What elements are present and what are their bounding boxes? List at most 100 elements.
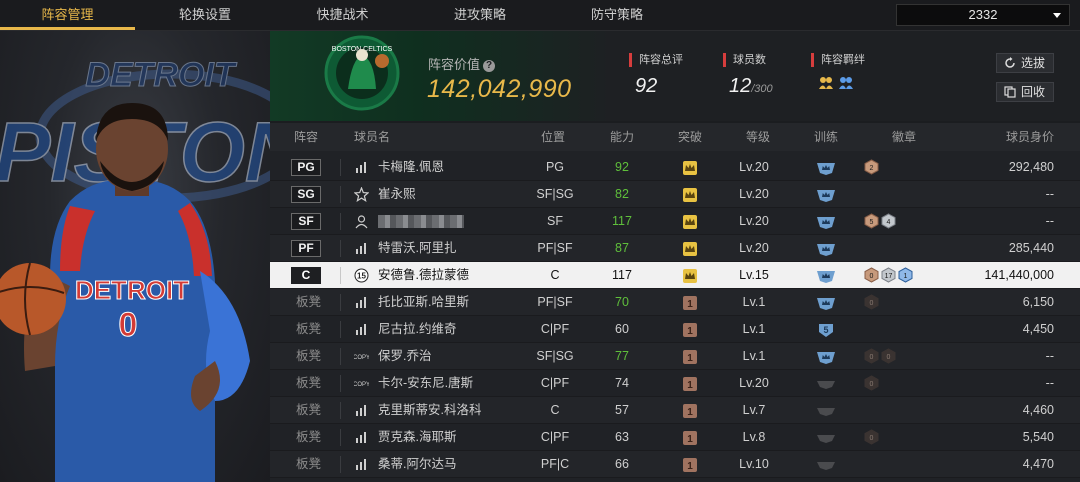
- pick-button[interactable]: 选拔: [996, 53, 1054, 73]
- table-row[interactable]: 板凳 桑蒂.阿尔达马 PF|C 66 1 Lv.10 4,470: [270, 451, 1080, 478]
- bond-blue-icon[interactable]: [838, 75, 854, 91]
- bar-chart-icon: [354, 322, 369, 337]
- breakthrough-crown-icon[interactable]: [682, 187, 698, 203]
- badge-icon[interactable]: 5: [864, 213, 879, 229]
- recall-button[interactable]: 回收: [996, 82, 1054, 102]
- breakthrough-crown-icon[interactable]: [682, 268, 698, 284]
- svg-text:0: 0: [870, 354, 874, 361]
- badge-icon[interactable]: 0: [864, 267, 879, 283]
- training-locked-icon[interactable]: [816, 376, 836, 392]
- breakthrough-level-icon[interactable]: 1: [682, 430, 698, 446]
- col-price: 球员身价: [1006, 130, 1055, 144]
- season-select-value: 2332: [968, 7, 998, 22]
- table-row[interactable]: SF SF 117 Lv.20 5 4 --: [270, 208, 1080, 235]
- training-shield-icon[interactable]: [816, 214, 836, 230]
- training-shield-icon[interactable]: 5: [816, 322, 836, 338]
- badge-icon[interactable]: 0: [864, 429, 879, 445]
- divider: [340, 267, 341, 284]
- tab-lineup[interactable]: 阵容管理: [0, 0, 135, 30]
- breakthrough-crown-icon[interactable]: [682, 241, 698, 257]
- training-locked-icon[interactable]: [816, 403, 836, 419]
- player-ability: 74: [615, 376, 629, 390]
- table-row[interactable]: PF 特雷沃.阿里扎 PF|SF 87 Lv.20 285,440: [270, 235, 1080, 262]
- table-row[interactable]: 板凳 COPY 保罗.乔治 SF|SG 77 1 Lv.1 0 0 --: [270, 343, 1080, 370]
- bond-icons: [818, 75, 865, 91]
- training-shield-icon[interactable]: [816, 349, 836, 365]
- table-row[interactable]: 板凳 COPY 卡尔-安东尼.唐斯 C|PF 74 1 Lv.20 0 --: [270, 370, 1080, 397]
- player-ability: 66: [615, 457, 629, 471]
- player-name[interactable]: 贾克森.海耶斯: [378, 424, 456, 450]
- breakthrough-level-icon[interactable]: 1: [682, 295, 698, 311]
- player-name[interactable]: 卡尔-安东尼.唐斯: [378, 370, 473, 396]
- svg-text:COPY: COPY: [354, 355, 369, 361]
- jersey-15-icon: 15: [354, 268, 369, 283]
- tab-defense[interactable]: 防守策略: [548, 0, 686, 30]
- bond-gold-icon[interactable]: [818, 75, 834, 91]
- table-row[interactable]: PG 卡梅隆.佩恩 PG 92 Lv.20 2 292,480: [270, 154, 1080, 181]
- player-name[interactable]: 克里斯蒂安.科洛科: [378, 397, 481, 423]
- slot-bench-label: 板凳: [296, 295, 322, 309]
- breakthrough-crown-icon[interactable]: [682, 160, 698, 176]
- player-name[interactable]: 特雷沃.阿里扎: [378, 235, 456, 261]
- lineup-value: 142,042,990: [427, 75, 572, 103]
- help-icon[interactable]: ?: [483, 60, 496, 72]
- player-name[interactable]: 托比亚斯.哈里斯: [378, 289, 469, 315]
- player-name[interactable]: 崔永熙: [378, 181, 416, 207]
- star-outline-icon: [353, 186, 370, 203]
- col-position: 位置: [541, 130, 566, 144]
- training-shield-icon[interactable]: [816, 160, 836, 176]
- player-name[interactable]: 安德鲁.德拉蒙德: [378, 262, 469, 288]
- badge-icon[interactable]: 2: [864, 159, 879, 175]
- player-name[interactable]: 保罗.乔治: [378, 343, 431, 369]
- player-count-value: 12/300: [729, 75, 773, 97]
- training-shield-icon[interactable]: [816, 268, 836, 284]
- training-shield-icon[interactable]: [816, 295, 836, 311]
- tab-rotation[interactable]: 轮换设置: [135, 0, 275, 30]
- table-row[interactable]: C 15 安德鲁.德拉蒙德 C 117 Lv.15 0 17 1 141,440,000: [270, 262, 1080, 289]
- player-ability: 92: [615, 160, 629, 174]
- player-position: SF|SG: [536, 349, 574, 363]
- training-shield-icon[interactable]: [816, 187, 836, 203]
- training-locked-icon[interactable]: [816, 430, 836, 446]
- breakthrough-level-icon[interactable]: 1: [682, 376, 698, 392]
- breakthrough-level-icon[interactable]: 1: [682, 349, 698, 365]
- breakthrough-level-icon[interactable]: 1: [682, 322, 698, 338]
- divider: [340, 321, 341, 338]
- svg-text:1: 1: [687, 353, 693, 364]
- table-row[interactable]: SG 崔永熙 SF|SG 82 Lv.20 --: [270, 181, 1080, 208]
- badge-icon[interactable]: 17: [881, 267, 896, 283]
- training-shield-icon[interactable]: [816, 241, 836, 257]
- table-row[interactable]: 板凳 贾克森.海耶斯 C|PF 63 1 Lv.8 0 5,540: [270, 424, 1080, 451]
- badge-icon[interactable]: 0: [864, 375, 879, 391]
- copy-icon: COPY: [353, 376, 370, 391]
- lineup-bond: 阵容羁绊: [811, 53, 865, 91]
- table-row[interactable]: 板凳 托比亚斯.哈里斯 PF|SF 70 1 Lv.1 0 6,150: [270, 289, 1080, 316]
- player-ability: 87: [615, 241, 629, 255]
- player-position: PF|SF: [537, 241, 573, 255]
- player-ability: 77: [615, 349, 629, 363]
- player-level: Lv.20: [739, 376, 769, 390]
- player-name[interactable]: 卡梅隆.佩恩: [378, 154, 444, 180]
- player-name[interactable]: 尼古拉.约维奇: [378, 316, 456, 342]
- training-locked-icon[interactable]: [816, 457, 836, 473]
- player-price: --: [1045, 187, 1054, 201]
- badge-icon[interactable]: 0: [864, 348, 879, 364]
- table-row[interactable]: 板凳 克里斯蒂安.科洛科 C 57 1 Lv.7 4,460: [270, 397, 1080, 424]
- breakthrough-level-icon[interactable]: 1: [682, 403, 698, 419]
- breakthrough-crown-icon[interactable]: [682, 214, 698, 230]
- badge-icon[interactable]: 0: [864, 294, 879, 310]
- player-name[interactable]: 桑蒂.阿尔达马: [378, 451, 456, 477]
- tab-offense[interactable]: 进攻策略: [410, 0, 550, 30]
- slot-position-tag: PG: [291, 159, 321, 176]
- badge-icon[interactable]: 4: [881, 213, 896, 229]
- season-select[interactable]: 2332: [896, 4, 1070, 26]
- divider: [340, 159, 341, 176]
- player-count: 球员数 12/300: [723, 53, 773, 98]
- player-portrait: DETROIT PISTON DETROIT 0: [0, 31, 270, 482]
- player-name-censored: [378, 215, 464, 228]
- badge-icon[interactable]: 0: [881, 348, 896, 364]
- badge-icon[interactable]: 1: [898, 267, 913, 283]
- table-row[interactable]: 板凳 尼古拉.约维奇 C|PF 60 1 Lv.1 5 4,450: [270, 316, 1080, 343]
- breakthrough-level-icon[interactable]: 1: [682, 457, 698, 473]
- tab-quick-tactics[interactable]: 快捷战术: [275, 0, 410, 30]
